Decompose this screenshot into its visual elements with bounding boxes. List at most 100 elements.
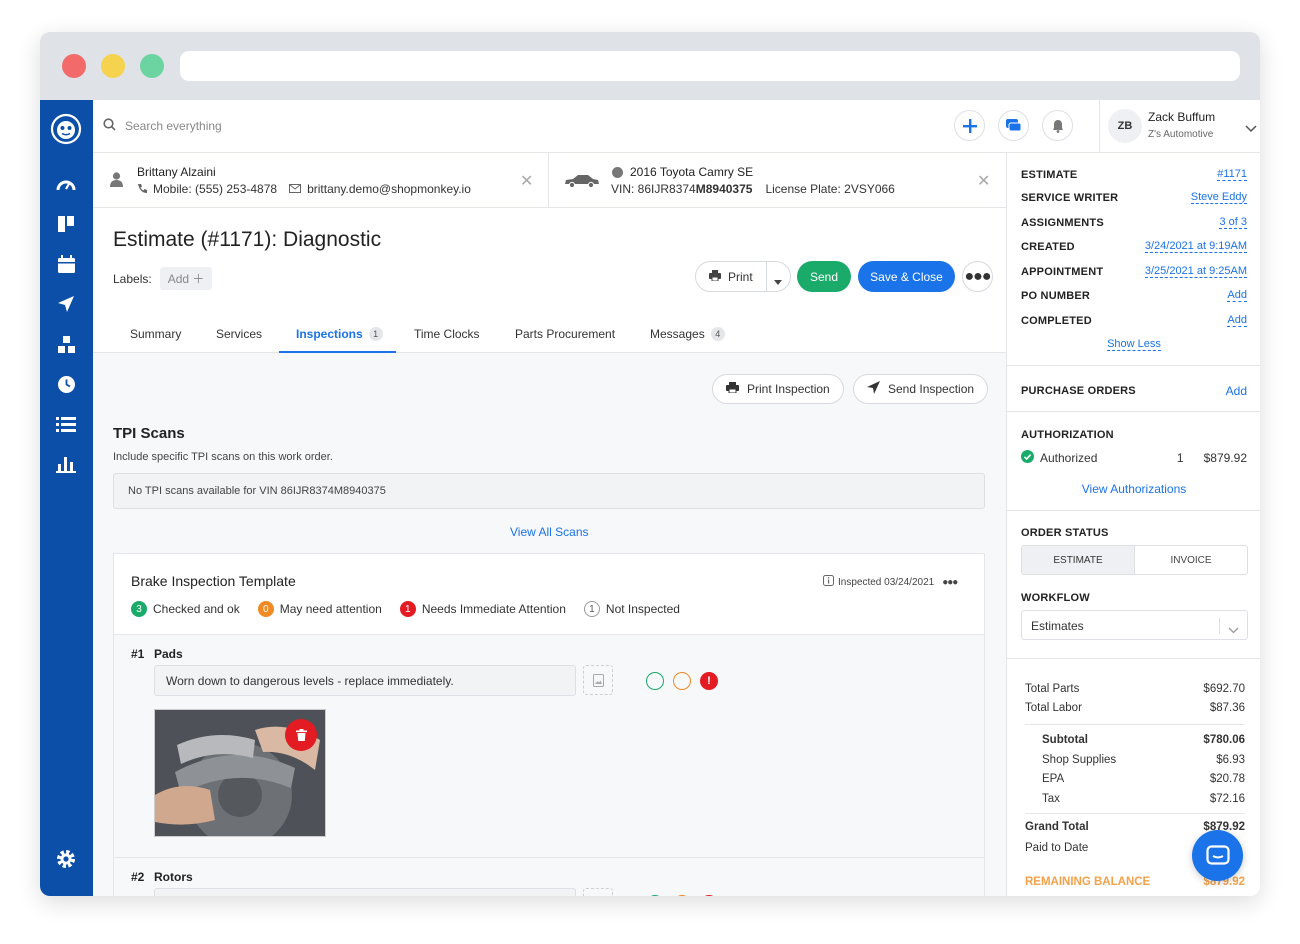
appointment-link[interactable]: 3/25/2021 at 9:25AM: [1144, 265, 1247, 278]
status-immediate-radio[interactable]: !: [700, 672, 718, 690]
template-title: Brake Inspection Template: [131, 573, 296, 589]
monkey-logo-icon[interactable]: [50, 113, 82, 145]
section-label: WORKFLOW: [1021, 592, 1090, 604]
authorization-count: 1: [1176, 451, 1184, 465]
search-input[interactable]: [125, 114, 425, 138]
close-dot[interactable]: [62, 54, 86, 78]
status-immediate-radio[interactable]: [700, 895, 718, 896]
tab-summary[interactable]: Summary: [130, 327, 181, 341]
inspection-item: #2 Rotors: [114, 857, 984, 896]
tab-messages[interactable]: Messages 4: [650, 327, 725, 341]
add-purchase-order-link[interactable]: Add: [1226, 384, 1247, 398]
section-label: ORDER STATUS: [1021, 527, 1109, 539]
clock-icon[interactable]: [53, 371, 79, 397]
more-options-icon[interactable]: ●●●: [962, 261, 993, 292]
template-more-icon[interactable]: ●●●: [942, 577, 958, 588]
estimate-status-option[interactable]: ESTIMATE: [1022, 546, 1135, 574]
delete-photo-button[interactable]: [285, 719, 317, 751]
board-icon[interactable]: [53, 211, 79, 237]
legend-immediate: 1 Needs Immediate Attention: [399, 601, 566, 617]
status-ok-radio[interactable]: [646, 895, 664, 896]
status-attention-radio[interactable]: [673, 895, 691, 896]
add-new-button[interactable]: [954, 110, 985, 141]
tab-count-badge: 1: [368, 327, 383, 341]
address-bar[interactable]: [180, 51, 1240, 81]
messages-chat-icon[interactable]: [998, 110, 1029, 141]
tab-services[interactable]: Services: [216, 327, 262, 341]
minimize-dot[interactable]: [101, 54, 125, 78]
tab-time-clocks[interactable]: Time Clocks: [414, 327, 480, 341]
list-icon[interactable]: [53, 411, 79, 437]
inventory-icon[interactable]: [53, 331, 79, 357]
service-writer-link[interactable]: Steve Eddy: [1190, 191, 1247, 204]
settings-gear-icon[interactable]: [53, 846, 79, 872]
completed-add-link[interactable]: Add: [1227, 314, 1247, 327]
tab-label: Inspections: [296, 327, 363, 341]
view-all-scans-link[interactable]: View All Scans: [510, 525, 589, 539]
send-inspection-button[interactable]: Send Inspection: [853, 374, 989, 404]
detail-created: CREATED 3/24/2021 at 9:19AM: [1021, 240, 1247, 253]
divider: [1007, 365, 1260, 366]
workflow-header: WORKFLOW: [1021, 592, 1247, 604]
status-attention-radio[interactable]: [673, 672, 691, 690]
close-icon[interactable]: ✕: [977, 171, 990, 191]
send-icon: [867, 381, 880, 397]
tab-inspections[interactable]: Inspections 1: [296, 327, 383, 341]
print-inspection-button[interactable]: Print Inspection: [712, 374, 844, 404]
attach-image-icon[interactable]: [583, 665, 613, 695]
tab-parts-procurement[interactable]: Parts Procurement: [515, 327, 615, 341]
customer-email[interactable]: brittany.demo@shopmonkey.io: [307, 182, 471, 196]
legend-label: Needs Immediate Attention: [421, 602, 566, 616]
total-label: REMAINING BALANCE: [1025, 876, 1151, 888]
po-number-add-link[interactable]: Add: [1227, 289, 1247, 302]
avatar: ZB: [1108, 109, 1142, 143]
reports-icon[interactable]: [53, 451, 79, 477]
tab-label: Summary: [130, 327, 182, 341]
close-icon[interactable]: ✕: [520, 171, 533, 191]
send-button[interactable]: Send: [797, 261, 851, 292]
subtotal-row: Subtotal $780.06: [1042, 734, 1245, 746]
print-inspection-label: Print Inspection: [747, 382, 830, 396]
estimate-number: Estimate (#1171):: [113, 228, 278, 251]
notifications-bell-icon[interactable]: [1042, 110, 1073, 141]
labels-row: Labels: Add ＋: [113, 267, 213, 290]
customer-name[interactable]: Brittany Alzaini: [137, 165, 216, 179]
tab-label: Parts Procurement: [515, 327, 616, 341]
status-legend: 3 Checked and ok 0 May need attention 1 Nee…: [131, 601, 680, 617]
vehicle-card[interactable]: 2016 Toyota Camry SE VIN: 86IJR8374 M894…: [550, 153, 1006, 208]
save-close-button[interactable]: Save & Close: [858, 261, 955, 292]
chevron-down-icon[interactable]: [1245, 120, 1257, 138]
workflow-select[interactable]: Estimates: [1021, 610, 1248, 640]
send-icon[interactable]: [53, 291, 79, 317]
invoice-status-option[interactable]: INVOICE: [1135, 546, 1247, 574]
print-button[interactable]: Print: [695, 261, 791, 292]
vehicle-name[interactable]: 2016 Toyota Camry SE: [630, 165, 753, 179]
detail-label: CREATED: [1021, 240, 1075, 253]
estimate-link[interactable]: #1171: [1217, 168, 1247, 181]
authorization-row: Authorized 1 $879.92: [1021, 450, 1247, 466]
caret-down-icon[interactable]: [774, 274, 782, 288]
view-authorizations-link[interactable]: View Authorizations: [1007, 482, 1260, 496]
chat-support-button[interactable]: [1192, 830, 1243, 881]
attention-count: 0: [257, 601, 274, 617]
inspection-photo[interactable]: [154, 709, 326, 837]
status-ok-radio[interactable]: [646, 672, 664, 690]
show-less-link[interactable]: Show Less: [1107, 338, 1161, 351]
customer-card[interactable]: Brittany Alzaini Mobile: (555) 253-4878 …: [93, 153, 549, 208]
item-note-field[interactable]: [154, 888, 576, 896]
calendar-icon[interactable]: [53, 251, 79, 277]
dashboard-icon[interactable]: [53, 171, 79, 197]
chat-bubble-icon: [1205, 844, 1230, 865]
browser-window: ZB Zack Buffum Z's Automotive Brittany A…: [40, 32, 1260, 896]
detail-completed: COMPLETED Add: [1021, 314, 1247, 327]
assignments-link[interactable]: 3 of 3: [1219, 216, 1247, 229]
customer-mobile[interactable]: Mobile: (555) 253-4878: [153, 182, 277, 196]
user-menu[interactable]: ZB Zack Buffum Z's Automotive: [1099, 100, 1260, 153]
attach-image-icon[interactable]: [583, 888, 613, 896]
page-title: Estimate (#1171): Diagnostic: [113, 228, 381, 252]
created-link[interactable]: 3/24/2021 at 9:19AM: [1144, 240, 1247, 253]
maximize-dot[interactable]: [140, 54, 164, 78]
estimate-subtitle[interactable]: Diagnostic: [283, 228, 381, 251]
item-note-field[interactable]: Worn down to dangerous levels - replace …: [154, 665, 576, 696]
add-label-button[interactable]: Add ＋: [159, 267, 213, 290]
